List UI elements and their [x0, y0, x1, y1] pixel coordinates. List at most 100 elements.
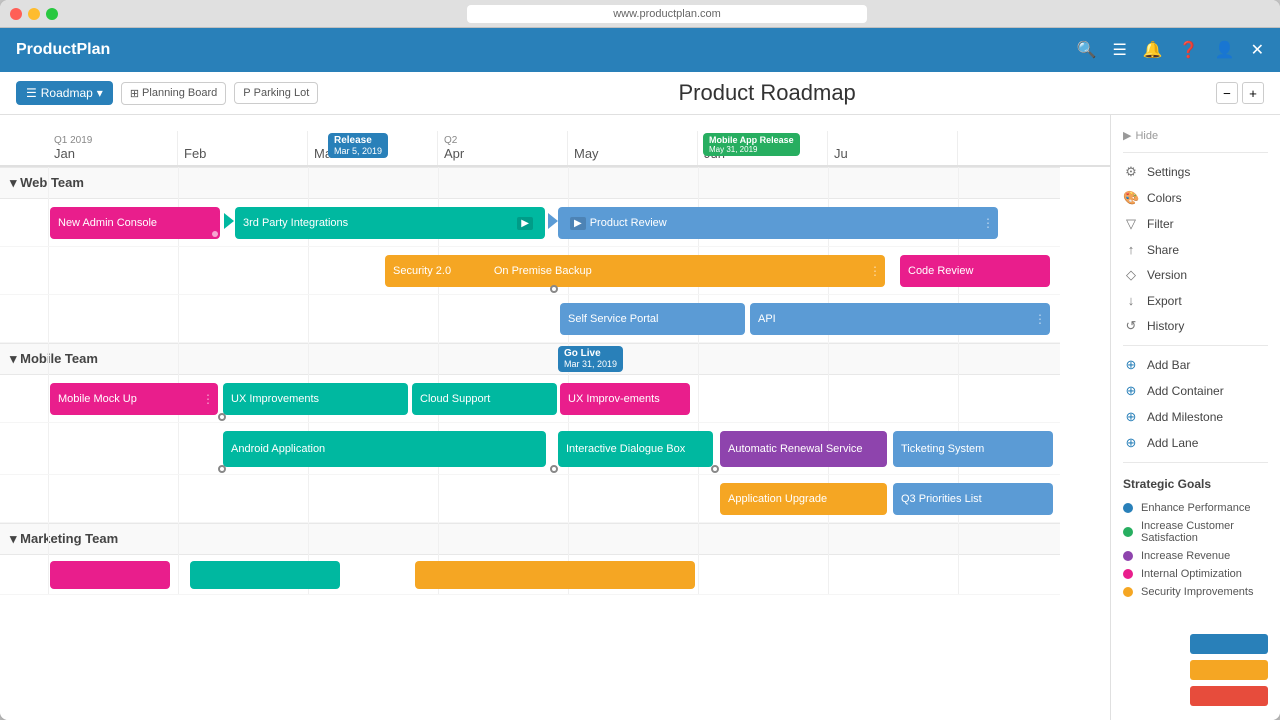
roadmap-label: Roadmap	[41, 86, 93, 100]
month-mar: Mar Release Mar 5, 2019	[308, 131, 438, 165]
export-icon: ↓	[1123, 293, 1139, 308]
user-icon[interactable]: 👤	[1215, 40, 1235, 60]
arrow-1	[224, 213, 234, 229]
app-logo: ProductPlan	[16, 41, 1077, 59]
third-party-bar[interactable]: 3rd Party Integrations ▶	[235, 207, 545, 239]
cloud-support-bar[interactable]: Cloud Support	[412, 383, 557, 415]
goal-dot-green	[1123, 527, 1133, 537]
zoom-out-button[interactable]: −	[1216, 82, 1238, 104]
filter-icon: ▽	[1123, 216, 1139, 232]
sidebar-export[interactable]: ↓ Export	[1111, 288, 1280, 313]
strategic-goals-title: Strategic Goals	[1123, 477, 1268, 491]
sidebar-version[interactable]: ◇ Version	[1111, 262, 1280, 288]
mobile-row-1: Mobile Mock Up ⋮ UX Improvements Cloud S…	[0, 375, 1060, 423]
web-team-header: ▾ Web Team	[0, 167, 1060, 199]
month-may: May	[568, 131, 698, 165]
goal-dot-orange	[1123, 587, 1133, 597]
sidebar-add-bar[interactable]: ⊕ Add Bar	[1111, 352, 1280, 378]
close-btn[interactable]	[10, 8, 22, 20]
code-review-bar[interactable]: Code Review	[900, 255, 1050, 287]
marketing-team-header: ▾ Marketing Team	[0, 523, 1060, 555]
q3-priorities-bar[interactable]: Q3 Priorities List	[893, 483, 1053, 515]
roadmap-content[interactable]: Q1 2019 Jan Feb Mar Release Mar 5, 2019	[0, 115, 1110, 720]
roadmap-icon: ☰	[26, 86, 37, 100]
sidebar-settings[interactable]: ⚙ Settings	[1111, 159, 1280, 185]
planning-board-button[interactable]: ⊞ Planning Board	[121, 82, 226, 105]
mobile-team-header: ▾ Mobile Team Go LiveMar 31, 2019	[0, 343, 1060, 375]
share-label: Share	[1147, 243, 1268, 257]
menu-icon[interactable]: ☰	[1112, 40, 1126, 60]
planning-icon: ⊞	[130, 87, 139, 100]
interactive-dialogue-bar[interactable]: Interactive Dialogue Box	[558, 431, 713, 467]
add-container-label: Add Container	[1147, 384, 1268, 398]
sidebar-add-milestone[interactable]: ⊕ Add Milestone	[1111, 404, 1280, 430]
roadmap-button[interactable]: ☰ Roadmap ▾	[16, 81, 113, 105]
add-bar-icon: ⊕	[1123, 357, 1139, 373]
search-icon[interactable]: 🔍	[1077, 40, 1097, 60]
sidebar-history[interactable]: ↺ History	[1111, 313, 1280, 339]
goal-customer-satisfaction: Increase Customer Satisfaction	[1123, 517, 1268, 547]
main-area: Q1 2019 Jan Feb Mar Release Mar 5, 2019	[0, 115, 1280, 720]
add-lane-icon: ⊕	[1123, 435, 1139, 451]
filter-label: Filter	[1147, 217, 1268, 231]
gantt-body: ▾ Web Team New Admin Console 3rd Party I…	[0, 167, 1060, 595]
ticketing-system-bar[interactable]: Ticketing System	[893, 431, 1053, 467]
help-icon[interactable]: ❓	[1179, 40, 1199, 60]
add-container-icon: ⊕	[1123, 383, 1139, 399]
mobile-release-milestone: Mobile App Release May 31, 2019	[703, 133, 800, 156]
marketing-team-toggle[interactable]: ▾ Marketing Team	[0, 531, 128, 547]
strategic-goals: Strategic Goals Enhance Performance Incr…	[1111, 469, 1280, 609]
add-bar-label: Add Bar	[1147, 358, 1268, 372]
self-service-portal-bar[interactable]: Self Service Portal	[560, 303, 745, 335]
api-bar[interactable]: API ⋮	[750, 303, 1050, 335]
security-bar[interactable]: Security 2.0 On Premise Backup ⋮	[385, 255, 885, 287]
maximize-btn[interactable]	[46, 8, 58, 20]
android-app-bar[interactable]: Android Application	[223, 431, 546, 467]
marketing-bar-2[interactable]	[190, 561, 340, 589]
handle-dot	[550, 285, 558, 293]
goal-dot-blue	[1123, 503, 1133, 513]
goal-dot-pink	[1123, 569, 1133, 579]
marketing-row-1	[0, 555, 1060, 595]
chevron-right-icon: ▶	[1123, 129, 1131, 142]
toolbar: ☰ Roadmap ▾ ⊞ Planning Board P Parking L…	[0, 72, 1280, 115]
release-milestone: Release Mar 5, 2019	[328, 133, 388, 158]
zoom-in-button[interactable]: +	[1242, 82, 1264, 104]
minimize-btn[interactable]	[28, 8, 40, 20]
marketing-bar-3[interactable]	[415, 561, 695, 589]
planning-board-label: Planning Board	[142, 87, 217, 99]
mobile-team-toggle[interactable]: ▾ Mobile Team	[0, 351, 108, 367]
handle-dot-4	[711, 465, 719, 473]
page-title-area: Product Roadmap	[318, 80, 1216, 106]
history-icon: ↺	[1123, 318, 1139, 334]
goal-label-security: Security Improvements	[1141, 586, 1253, 598]
marketing-bar-1[interactable]	[50, 561, 170, 589]
sidebar-colors[interactable]: 🎨 Colors	[1111, 185, 1280, 211]
parking-lot-button[interactable]: P Parking Lot	[234, 82, 318, 104]
sidebar-share[interactable]: ↑ Share	[1111, 237, 1280, 262]
product-review-bar[interactable]: ▶ Product Review ⋮	[558, 207, 998, 239]
bell-icon[interactable]: 🔔	[1143, 40, 1163, 60]
close-icon[interactable]: ✕	[1251, 40, 1264, 60]
sidebar-hide[interactable]: ▶ Hide	[1111, 125, 1280, 146]
new-admin-console-bar[interactable]: New Admin Console	[50, 207, 220, 239]
sidebar-filter[interactable]: ▽ Filter	[1111, 211, 1280, 237]
web-team-toggle[interactable]: ▾ Web Team	[0, 175, 94, 191]
goal-increase-revenue: Increase Revenue	[1123, 547, 1268, 565]
automatic-renewal-bar[interactable]: Automatic Renewal Service	[720, 431, 887, 467]
mobile-mockup-bar[interactable]: Mobile Mock Up ⋮	[50, 383, 218, 415]
add-milestone-label: Add Milestone	[1147, 410, 1268, 424]
app-upgrade-bar[interactable]: Application Upgrade	[720, 483, 887, 515]
ux-improvements-bar-2[interactable]: UX Improv-ements	[560, 383, 690, 415]
month-feb: Feb	[178, 131, 308, 165]
share-icon: ↑	[1123, 242, 1139, 257]
parking-lot-label: Parking Lot	[254, 87, 310, 99]
goal-security: Security Improvements	[1123, 583, 1268, 601]
sidebar-add-container[interactable]: ⊕ Add Container	[1111, 378, 1280, 404]
sidebar-add-lane[interactable]: ⊕ Add Lane	[1111, 430, 1280, 456]
web-row-2: Security 2.0 On Premise Backup ⋮ Code Re…	[0, 247, 1060, 295]
ux-improvements-bar-1[interactable]: UX Improvements	[223, 383, 408, 415]
address-bar[interactable]: www.productplan.com	[467, 5, 867, 23]
hide-label: Hide	[1135, 130, 1158, 142]
handle-dot-2	[218, 413, 226, 421]
